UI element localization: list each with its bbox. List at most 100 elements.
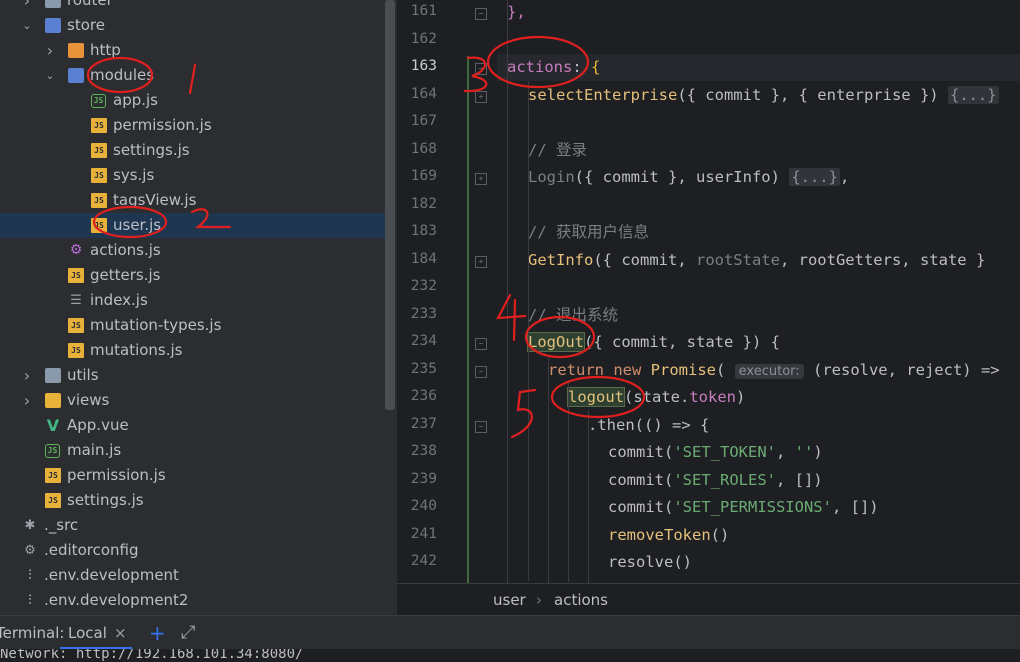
code-token: LogOut [527, 332, 585, 352]
code-line[interactable]: GetInfo({ commit, rootState, rootGetters… [528, 247, 985, 274]
tree-item[interactable]: ⚙ actions.js [0, 238, 385, 263]
code-line[interactable]: }, [507, 0, 526, 26]
chevron-right-icon[interactable]: › [20, 0, 34, 13]
code-editor[interactable]: 161}, − 162 163 actions: {− 164 selectEnterpri… [397, 0, 1020, 583]
fold-toggle-icon[interactable]: + [475, 173, 487, 185]
fold-toggle-icon[interactable]: − [475, 420, 487, 433]
tree-item[interactable]: › views [0, 388, 385, 413]
terminal-tab-local[interactable]: Local [68, 616, 107, 650]
tree-item-label: views [67, 391, 110, 409]
tree-item[interactable]: JS settings.js [0, 488, 385, 513]
line-number: 236 [410, 388, 437, 404]
code-token: ) [736, 388, 746, 406]
actions-icon: ⚙ [69, 242, 83, 258]
code-token: commit( [608, 443, 674, 461]
add-terminal-icon[interactable]: + [149, 616, 166, 650]
line-number: 232 [410, 278, 437, 294]
tree-item[interactable]: › http [0, 38, 385, 63]
tree-item[interactable]: JS sys.js [0, 163, 385, 188]
code-token: // 登录 [528, 140, 587, 159]
breadcrumb-file[interactable]: user [493, 584, 526, 616]
code-line[interactable]: selectEnterprise({ commit }, { enterpris… [528, 82, 999, 109]
tree-item[interactable]: JS getters.js [0, 263, 385, 288]
fold-toggle-icon[interactable]: − [475, 338, 487, 350]
tree-item[interactable]: V App.vue [0, 413, 385, 438]
tree-item-label: actions.js [90, 241, 161, 259]
code-line[interactable]: // 登录 [528, 137, 587, 164]
tree-item-label: main.js [67, 441, 122, 459]
expand-icon[interactable]: ⤢ [181, 616, 195, 650]
code-token: ( [715, 360, 735, 379]
tree-item[interactable]: JS permission.js [0, 113, 385, 138]
tree-item-label: store [67, 16, 105, 34]
tree-item-label: permission.js [67, 466, 166, 484]
fold-toggle-icon[interactable]: − [475, 63, 487, 75]
tree-item[interactable]: JS user.js [0, 213, 385, 238]
tree-item[interactable]: JS permission.js [0, 463, 385, 488]
code-line[interactable]: .then(() => { [588, 412, 709, 439]
tree-item[interactable]: JS tagsView.js [0, 188, 385, 213]
line-number: 163 [410, 58, 437, 74]
line-number: 168 [410, 140, 437, 157]
tree-item[interactable]: › utils [0, 363, 385, 388]
tree-item[interactable]: ☰ index.js [0, 288, 385, 313]
code-token: ({ commit, state }) { [584, 333, 780, 351]
code-line[interactable]: // 退出系统 [528, 302, 618, 329]
chevron-down-icon[interactable]: ⌄ [20, 13, 34, 38]
tree-item[interactable]: ⫶ .env.development2 [0, 588, 385, 613]
tree-item[interactable]: ⫶ .env.development [0, 563, 385, 588]
line-number: 241 [410, 525, 437, 542]
tree-item-label: sys.js [113, 166, 155, 184]
code-line[interactable]: actions: { [507, 54, 600, 81]
tree-item[interactable]: JS app.js [0, 88, 385, 113]
tree-item[interactable]: ⌄ store [0, 13, 385, 38]
code-line[interactable]: // 获取用户信息 [528, 219, 649, 246]
breadcrumb-symbol[interactable]: actions [554, 584, 608, 616]
chevron-right-icon[interactable]: › [20, 388, 34, 413]
chevron-right-icon[interactable]: › [20, 363, 34, 388]
code-token: ({ commit }, userInfo) [574, 168, 790, 186]
tree-item[interactable]: JS mutation-types.js [0, 313, 385, 338]
tree-item[interactable]: JS settings.js [0, 138, 385, 163]
tree-item[interactable]: ⌄ modules [0, 63, 385, 88]
fold-toggle-icon[interactable]: − [475, 365, 487, 378]
code-token: rootState [695, 250, 780, 269]
tree-item-label: app.js [113, 91, 158, 109]
tree-item[interactable]: JS main.js [0, 438, 385, 463]
code-token: resolve() [608, 553, 692, 571]
code-line[interactable]: return new Promise( executor: (resolve, … [548, 357, 1000, 384]
code-line[interactable]: resolve() [608, 549, 692, 576]
code-line[interactable]: commit('SET_TOKEN', '') [608, 439, 823, 466]
code-line[interactable]: commit('SET_ROLES', []) [608, 467, 823, 494]
terminal-output[interactable]: Network: http://192.168.101.34:8080/ [0, 649, 1020, 662]
env-settings-icon: ⫶ [28, 593, 32, 608]
line-number: 169 [410, 168, 437, 184]
chevron-right-icon[interactable]: › [43, 38, 57, 63]
code-token: GetInfo [528, 250, 594, 269]
close-icon[interactable]: × [114, 616, 127, 650]
code-line[interactable]: removeToken() [608, 522, 729, 549]
code-line[interactable]: LogOut({ commit, state }) { [527, 329, 780, 356]
line-number: 242 [410, 553, 437, 569]
fold-toggle-icon[interactable]: − [475, 8, 487, 20]
chevron-down-icon[interactable]: ⌄ [43, 63, 57, 88]
code-line[interactable]: logout(state.token) [567, 384, 746, 411]
code-token: {...} [947, 85, 999, 104]
code-token: removeToken [608, 525, 711, 544]
fold-toggle-icon[interactable]: + [475, 255, 487, 268]
fold-toggle-icon[interactable]: + [475, 90, 487, 103]
tree-item[interactable]: ✱ ._src [0, 513, 385, 538]
code-token: commit( [608, 498, 674, 516]
tree-item[interactable]: › router [0, 0, 385, 13]
line-number: 164 [410, 85, 437, 102]
code-line[interactable]: Login({ commit }, userInfo) {...}, [528, 164, 849, 191]
tree-item[interactable]: ⚙ .editorconfig [0, 538, 385, 563]
project-tree-scrollbar[interactable] [385, 0, 395, 410]
code-token: {...} [789, 168, 840, 186]
js-file-icon: JS [91, 118, 107, 133]
tree-item[interactable]: JS mutations.js [0, 338, 385, 363]
folder-icon [45, 368, 61, 383]
vcs-change-marker [467, 56, 469, 583]
code-line[interactable]: commit('SET_PERMISSIONS', []) [608, 494, 879, 521]
line-number: 239 [410, 470, 437, 487]
